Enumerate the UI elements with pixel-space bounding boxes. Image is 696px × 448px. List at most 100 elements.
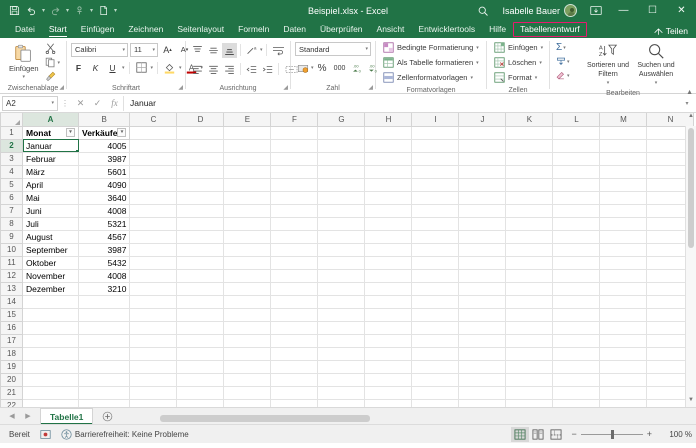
cell-F18[interactable] xyxy=(270,346,319,361)
cell-E13[interactable] xyxy=(223,281,272,296)
cell-J18[interactable] xyxy=(458,346,507,361)
expand-formula-bar-icon[interactable]: ▾ xyxy=(680,100,694,107)
underline-button[interactable]: U xyxy=(105,60,120,75)
cell-G13[interactable] xyxy=(317,281,366,296)
cell-H21[interactable] xyxy=(364,385,413,400)
cell-F14[interactable] xyxy=(270,294,319,309)
row-header-2[interactable]: 2 xyxy=(0,138,23,153)
cell-D5[interactable] xyxy=(176,177,225,192)
cell-H17[interactable] xyxy=(364,333,413,348)
cell-A4[interactable]: März xyxy=(22,164,79,179)
scroll-up-icon[interactable]: ▲ xyxy=(686,113,696,123)
cell-A20[interactable] xyxy=(22,372,79,387)
cell-J19[interactable] xyxy=(458,359,507,374)
cell-B20[interactable] xyxy=(77,372,131,387)
cell-D9[interactable] xyxy=(176,229,225,244)
row-header-7[interactable]: 7 xyxy=(0,203,23,218)
touch-mode-dropdown-icon[interactable]: ▾ xyxy=(88,7,95,14)
cell-I2[interactable] xyxy=(411,138,460,153)
cell-B19[interactable] xyxy=(77,359,131,374)
horizontal-scrollbar[interactable] xyxy=(160,414,696,424)
cell-H20[interactable] xyxy=(364,372,413,387)
cell-L14[interactable] xyxy=(552,294,601,309)
row-header-20[interactable]: 20 xyxy=(0,372,23,387)
cell-F19[interactable] xyxy=(270,359,319,374)
row-header-8[interactable]: 8 xyxy=(0,216,23,231)
cell-B16[interactable] xyxy=(77,320,131,335)
cell-D17[interactable] xyxy=(176,333,225,348)
cell-H11[interactable] xyxy=(364,255,413,270)
horizontal-scroll-thumb[interactable] xyxy=(160,415,370,422)
italic-button[interactable]: K xyxy=(88,60,103,75)
cell-K13[interactable] xyxy=(505,281,554,296)
column-header-m[interactable]: M xyxy=(599,113,648,127)
borders-icon[interactable] xyxy=(134,60,149,75)
record-macro-button[interactable] xyxy=(35,429,56,440)
borders-dropdown-icon[interactable]: ▾ xyxy=(151,65,154,71)
filter-dropdown-icon[interactable]: ▾ xyxy=(117,128,127,137)
cell-B17[interactable] xyxy=(77,333,131,348)
cell-F8[interactable] xyxy=(270,216,319,231)
cell-L17[interactable] xyxy=(552,333,601,348)
sort-filter-button[interactable]: AZ Sortieren und Filtern ▾ xyxy=(586,40,630,88)
decrease-indent-icon[interactable] xyxy=(244,62,259,77)
cell-H2[interactable] xyxy=(364,138,413,153)
cell-J6[interactable] xyxy=(458,190,507,205)
normal-view-icon[interactable] xyxy=(511,426,530,442)
cell-L22[interactable] xyxy=(552,398,601,407)
cell-B2[interactable]: 4005 xyxy=(77,138,131,153)
row-header-3[interactable]: 3 xyxy=(0,151,23,166)
wrap-text-icon[interactable] xyxy=(270,43,288,58)
cell-L3[interactable] xyxy=(552,151,601,166)
cell-C4[interactable] xyxy=(129,164,178,179)
tab-daten[interactable]: Daten xyxy=(276,23,313,38)
cell-G20[interactable] xyxy=(317,372,366,387)
cell-E16[interactable] xyxy=(223,320,272,335)
clear-button[interactable]: ▾ xyxy=(554,69,580,82)
row-header-1[interactable]: 1 xyxy=(0,125,23,140)
cancel-icon[interactable]: ✕ xyxy=(72,96,89,111)
cell-H18[interactable] xyxy=(364,346,413,361)
align-left-icon[interactable] xyxy=(190,62,205,77)
cell-M5[interactable] xyxy=(599,177,648,192)
cell-L11[interactable] xyxy=(552,255,601,270)
cell-B18[interactable] xyxy=(77,346,131,361)
cell-H4[interactable] xyxy=(364,164,413,179)
cell-B5[interactable]: 4090 xyxy=(77,177,131,192)
cell-K4[interactable] xyxy=(505,164,554,179)
cell-D12[interactable] xyxy=(176,268,225,283)
delete-cells-button[interactable]: Löschen ▾ xyxy=(491,55,544,70)
cell-B12[interactable]: 4008 xyxy=(77,268,131,283)
cell-I20[interactable] xyxy=(411,372,460,387)
save-icon[interactable] xyxy=(6,2,23,19)
cell-C20[interactable] xyxy=(129,372,178,387)
cell-H8[interactable] xyxy=(364,216,413,231)
row-header-22[interactable]: 22 xyxy=(0,398,23,407)
cell-H5[interactable] xyxy=(364,177,413,192)
underline-dropdown-icon[interactable]: ▾ xyxy=(122,65,125,71)
cell-J4[interactable] xyxy=(458,164,507,179)
cell-F10[interactable] xyxy=(270,242,319,257)
cell-D2[interactable] xyxy=(176,138,225,153)
cell-B11[interactable]: 5432 xyxy=(77,255,131,270)
cell-B14[interactable] xyxy=(77,294,131,309)
cell-K15[interactable] xyxy=(505,307,554,322)
cell-G2[interactable] xyxy=(317,138,366,153)
cell-F5[interactable] xyxy=(270,177,319,192)
orientation-dropdown-icon[interactable]: ▾ xyxy=(260,47,263,53)
format-as-table-button[interactable]: Als Tabelle formatieren ▾ xyxy=(380,55,481,70)
tab-ansicht[interactable]: Ansicht xyxy=(370,23,412,38)
next-sheet-icon[interactable]: ▶ xyxy=(20,412,36,420)
cell-I22[interactable] xyxy=(411,398,460,407)
cell-H19[interactable] xyxy=(364,359,413,374)
cell-M7[interactable] xyxy=(599,203,648,218)
customize-qat-icon[interactable]: ▾ xyxy=(112,7,119,14)
cell-M9[interactable] xyxy=(599,229,648,244)
tab-ueberpruefen[interactable]: Überprüfen xyxy=(313,23,370,38)
cell-E15[interactable] xyxy=(223,307,272,322)
cell-H10[interactable] xyxy=(364,242,413,257)
cell-F6[interactable] xyxy=(270,190,319,205)
cell-J10[interactable] xyxy=(458,242,507,257)
cell-J9[interactable] xyxy=(458,229,507,244)
sheet-tab-tabelle1[interactable]: Tabelle1 xyxy=(40,408,94,424)
